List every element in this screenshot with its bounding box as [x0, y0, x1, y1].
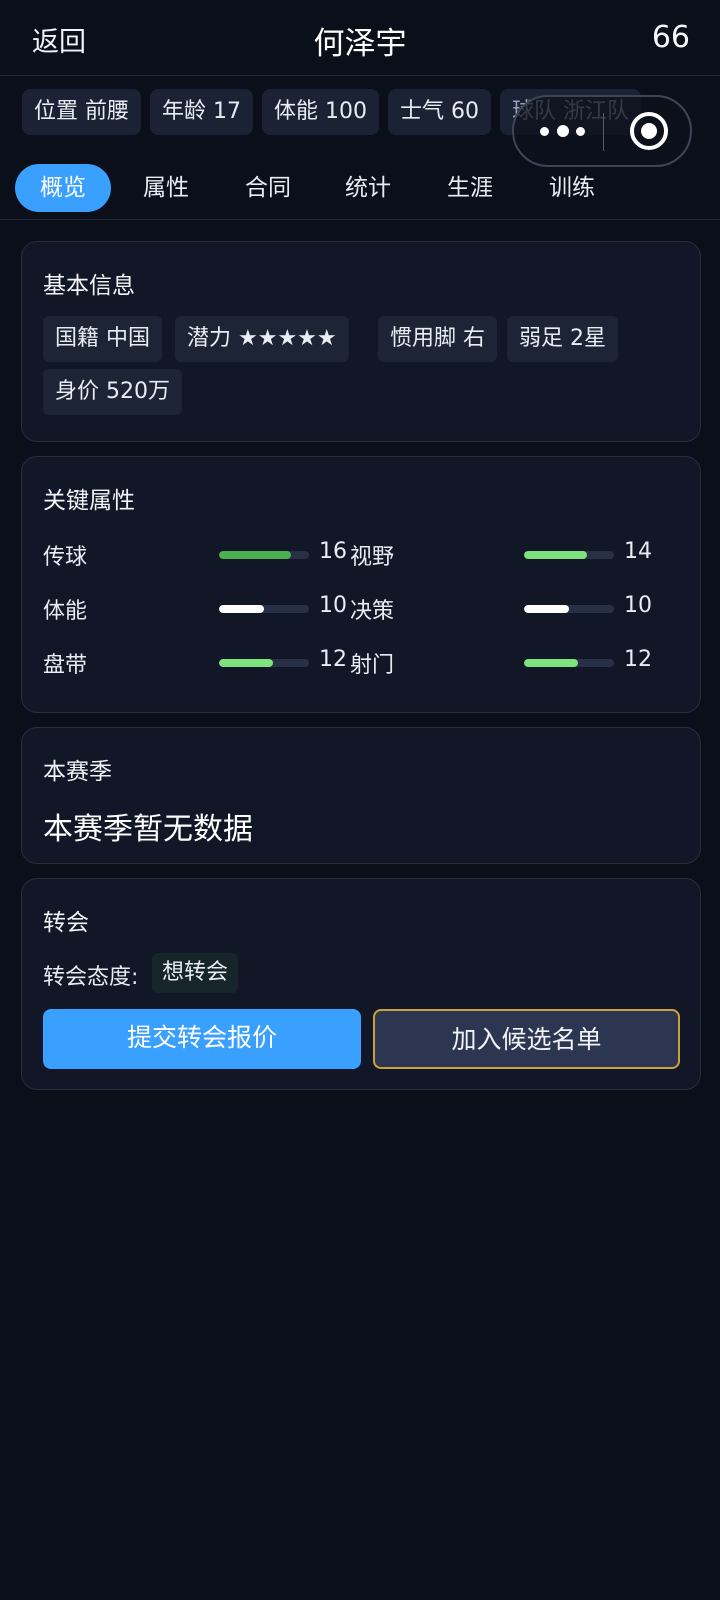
add-to-shortlist-button[interactable]: 加入候选名单	[373, 1009, 680, 1069]
season-card: 本赛季 本赛季暂无数据	[21, 727, 701, 864]
top-nav-bar: 返回 何泽宇 66	[0, 0, 720, 76]
chip-stamina: 体能 100	[262, 89, 379, 135]
attr-name: 体能	[43, 599, 88, 624]
capsule-divider	[603, 113, 604, 151]
attr-bar	[524, 605, 614, 613]
attr-value: 16	[319, 539, 347, 564]
tab-training[interactable]: 训练	[524, 164, 620, 212]
page-title: 何泽宇	[313, 26, 407, 62]
submit-transfer-offer-button[interactable]: 提交转会报价	[43, 1009, 361, 1069]
key-attributes-card: 关键属性 传球 16 视野 14 体能 10 决策 10 盘带 12 射门 12	[21, 456, 701, 713]
tab-bar: 概览 属性 合同 统计 生涯 训练	[0, 160, 720, 220]
tab-overview[interactable]: 概览	[15, 164, 111, 212]
attr-value: 12	[624, 647, 652, 672]
attr-value: 14	[624, 539, 652, 564]
target-circle-icon[interactable]	[630, 112, 668, 150]
transfer-attitude-badge: 想转会	[152, 953, 239, 993]
season-title: 本赛季	[43, 759, 112, 785]
attr-value: 12	[319, 647, 347, 672]
tag-potential: 潜力 ★★★★★	[175, 316, 349, 362]
attr-value: 10	[319, 593, 347, 618]
more-dots-icon[interactable]	[538, 120, 588, 142]
basic-info-title: 基本信息	[43, 273, 135, 299]
tab-career[interactable]: 生涯	[422, 164, 518, 212]
chip-age: 年龄 17	[150, 89, 253, 135]
tag-market-value: 身价 520万	[43, 369, 182, 415]
tag-preferred-foot: 惯用脚 右	[378, 316, 497, 362]
player-rating: 66	[651, 20, 690, 55]
tab-attributes[interactable]: 属性	[118, 164, 214, 212]
tag-nationality: 国籍 中国	[43, 316, 162, 362]
chip-position: 位置 前腰	[22, 89, 141, 135]
tab-contract[interactable]: 合同	[220, 164, 316, 212]
attr-bar-fill	[219, 659, 273, 667]
attr-name: 视野	[350, 545, 395, 570]
attr-bar	[219, 605, 309, 613]
attr-bar-fill	[524, 605, 569, 613]
chip-morale: 士气 60	[388, 89, 491, 135]
attr-bar-fill	[219, 551, 291, 559]
basic-info-card: 基本信息 国籍 中国 潜力 ★★★★★ 惯用脚 右 弱足 2星 身价 520万	[21, 241, 701, 442]
transfer-attitude-label: 转会态度:	[43, 965, 139, 990]
attr-bar	[524, 659, 614, 667]
tab-statistics[interactable]: 统计	[320, 164, 416, 212]
key-attributes-title: 关键属性	[43, 488, 135, 514]
attr-bar-fill	[219, 605, 264, 613]
attr-name: 决策	[350, 599, 395, 624]
attr-bar	[219, 551, 309, 559]
transfer-card: 转会 转会态度: 想转会 提交转会报价 加入候选名单	[21, 878, 701, 1090]
tag-weak-foot: 弱足 2星	[507, 316, 618, 362]
attr-name: 传球	[43, 545, 88, 570]
attr-bar	[524, 551, 614, 559]
attr-value: 10	[624, 593, 652, 618]
miniprogram-capsule	[512, 95, 692, 167]
season-empty-text: 本赛季暂无数据	[43, 812, 253, 847]
attr-name: 射门	[350, 653, 395, 678]
transfer-title: 转会	[43, 910, 89, 936]
attr-bar-fill	[524, 659, 578, 667]
attr-bar-fill	[524, 551, 587, 559]
attr-bar	[219, 659, 309, 667]
attr-name: 盘带	[43, 653, 88, 678]
